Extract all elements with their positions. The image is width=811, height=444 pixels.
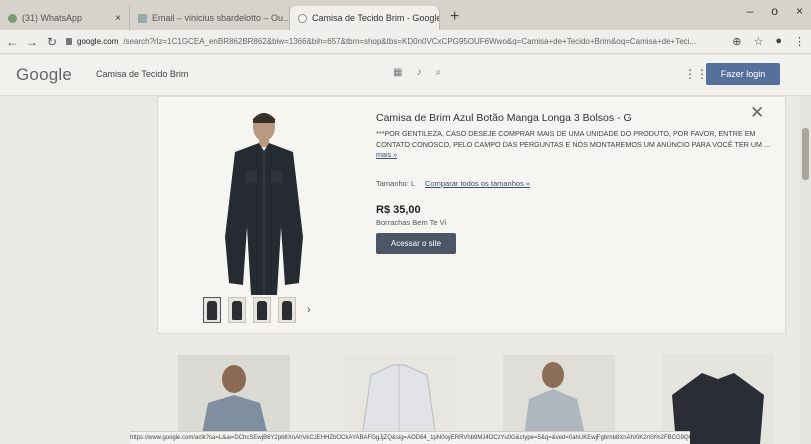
description-text: ***POR GENTILEZA, CASO DESEJE COMPRAR MA… xyxy=(376,129,771,149)
microphone-icon[interactable]: ♪ xyxy=(416,67,421,78)
address-host: google.com xyxy=(77,37,119,46)
reload-icon[interactable]: ↻ xyxy=(46,35,58,49)
product-description: ***POR GENTILEZA, CASO DESEJE COMPRAR MA… xyxy=(376,129,776,161)
tab-label: (31) WhatsApp xyxy=(22,13,83,23)
size-row: Tamanho: L Comparar todos os tamanhos » xyxy=(376,179,530,188)
page-scrollbar[interactable] xyxy=(800,96,811,444)
tab-label: Email – vinicius sbardelotto – Ou... xyxy=(152,13,290,23)
seller-name: Borrachas Bem Te Vi xyxy=(376,218,447,227)
search-input[interactable]: Camisa de Tecido Brim xyxy=(96,69,188,79)
thumbnail-1[interactable] xyxy=(203,297,221,323)
more-link[interactable]: mais » xyxy=(376,150,397,159)
size-label: Tamanho: L xyxy=(376,179,415,188)
search-icon[interactable]: ⌕ xyxy=(435,67,441,78)
lock-icon xyxy=(66,38,72,45)
bookmark-star-icon[interactable]: ☆ xyxy=(753,35,763,48)
close-icon[interactable]: ✕ xyxy=(750,103,764,123)
back-arrow-icon[interactable]: ← xyxy=(6,35,18,49)
tab-label: Camisa de Tecido Brim - Google ... xyxy=(312,13,440,23)
menu-kebab-icon[interactable]: ⋮ xyxy=(794,35,805,48)
thumbnail-strip: › xyxy=(203,297,311,323)
status-bar-url: https://www.google.com/aclk?sa=L&ai=DChc… xyxy=(130,431,690,444)
new-tab-button[interactable]: + xyxy=(440,6,469,30)
google-header: Google Camisa de Tecido Brim ▦ ♪ ⌕ ⋮⋮⋮ F… xyxy=(0,55,811,96)
browser-toolbar: ← → ↻ google.com/search?rlz=1C1GCEA_enBR… xyxy=(0,30,811,54)
product-title[interactable]: Camisa de Brim Azul Botão Manga Longa 3 … xyxy=(376,112,632,124)
results-area: › Camisa de Brim Azul Botão Manga Longa … xyxy=(0,96,811,444)
thumbnail-3[interactable] xyxy=(253,297,271,323)
compare-sizes-link[interactable]: Comparar todos os tamanhos » xyxy=(425,179,530,188)
scrollbar-thumb[interactable] xyxy=(802,128,809,180)
search-tools: ▦ ♪ ⌕ xyxy=(393,67,441,78)
thumbnail-2[interactable] xyxy=(228,297,246,323)
chevron-right-icon[interactable]: › xyxy=(307,304,311,316)
visit-site-button[interactable]: Acessar o site xyxy=(376,233,456,254)
toolbar-actions: ⊕ ☆ ● ⋮ xyxy=(732,35,805,48)
keyboard-icon[interactable]: ▦ xyxy=(393,67,402,78)
tab-strip: (31) WhatsApp × Email – vinicius sbardel… xyxy=(0,0,811,30)
maximize-button[interactable]: o xyxy=(771,4,778,18)
tab-google-shopping[interactable]: Camisa de Tecido Brim - Google ... × xyxy=(290,6,440,30)
thumbnail-4[interactable] xyxy=(278,297,296,323)
login-button[interactable]: Fazer login xyxy=(706,63,780,85)
close-window-button[interactable]: × xyxy=(796,4,803,18)
window-controls: – o × xyxy=(747,4,803,18)
address-bar[interactable]: google.com/search?rlz=1C1GCEA_enBR862BR8… xyxy=(66,33,724,50)
browser-window: (31) WhatsApp × Email – vinicius sbardel… xyxy=(0,0,811,444)
forward-arrow-icon[interactable]: → xyxy=(26,35,38,49)
product-image[interactable] xyxy=(215,107,313,295)
whatsapp-icon xyxy=(8,13,17,23)
google-logo[interactable]: Google xyxy=(16,65,72,85)
close-tab-icon[interactable]: × xyxy=(115,13,121,24)
minimize-button[interactable]: – xyxy=(747,4,754,18)
mail-icon xyxy=(138,13,147,23)
product-detail-panel: › Camisa de Brim Azul Botão Manga Longa … xyxy=(157,96,786,334)
product-price: R$ 35,00 xyxy=(376,204,421,216)
location-icon[interactable]: ⊕ xyxy=(732,35,741,48)
google-icon xyxy=(298,13,307,23)
profile-icon[interactable]: ● xyxy=(775,35,782,48)
tab-whatsapp[interactable]: (31) WhatsApp × xyxy=(0,6,130,30)
address-path: /search?rlz=1C1GCEA_enBR862BR862&biw=136… xyxy=(123,37,697,46)
tab-email[interactable]: Email – vinicius sbardelotto – Ou... × xyxy=(130,6,290,30)
